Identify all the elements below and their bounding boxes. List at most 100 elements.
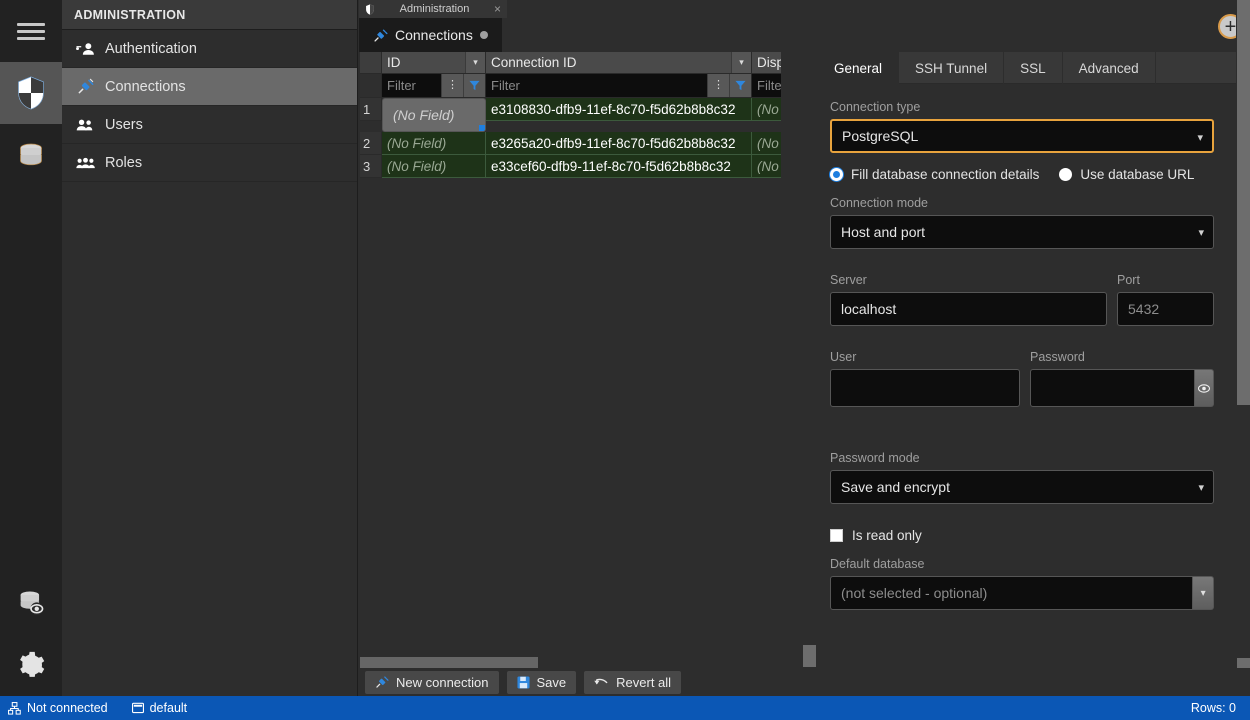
cell-id[interactable]: (No Field) — [382, 98, 486, 132]
cell-display[interactable]: (No Fi — [752, 132, 781, 155]
password-mode-select[interactable]: Save and encrypt ▾ — [830, 470, 1214, 504]
cell-value: (No Field) — [393, 107, 455, 123]
sidebar-item-label: Authentication — [105, 40, 197, 57]
users-icon — [74, 117, 96, 133]
password-mode-value: Save and encrypt — [841, 479, 950, 495]
read-only-label: Is read only — [852, 528, 922, 543]
tab-ssh-tunnel[interactable]: SSH Tunnel — [899, 52, 1005, 84]
database-icon — [17, 141, 45, 169]
radio-selected-icon — [830, 168, 843, 181]
cell-connection-id[interactable]: e3108830-dfb9-11ef-8c70-f5d62b8b8c32 — [486, 98, 752, 121]
filter-placeholder: Filter — [387, 78, 416, 93]
default-database-input[interactable]: (not selected - optional) — [830, 576, 1194, 610]
gear-icon — [17, 651, 45, 679]
vertical-splitter[interactable] — [801, 0, 818, 696]
filter-menu-button[interactable]: ⋮ — [441, 74, 463, 97]
cell-value: e3108830-dfb9-11ef-8c70-f5d62b8b8c32 — [491, 101, 736, 117]
toggle-password-visibility-button[interactable] — [1194, 369, 1214, 407]
filter-funnel-button[interactable] — [463, 74, 485, 97]
row-number[interactable]: 2 — [360, 132, 382, 155]
rail-item-settings[interactable] — [0, 634, 62, 696]
read-only-checkbox-row[interactable]: Is read only — [830, 528, 1214, 543]
table-row[interactable]: 2 (No Field) e3265a20-dfb9-11ef-8c70-f5d… — [360, 132, 781, 155]
tab-label: General — [834, 60, 883, 76]
tab-ssl[interactable]: SSL — [1004, 52, 1063, 84]
sidebar-item-roles[interactable]: Roles — [62, 144, 357, 182]
radio-use-url[interactable]: Use database URL — [1059, 167, 1194, 182]
sidebar-item-users[interactable]: Users — [62, 106, 357, 144]
sidebar-item-connections[interactable]: Connections — [62, 68, 357, 106]
filter-menu-button[interactable]: ⋮ — [707, 74, 729, 97]
cell-id[interactable]: (No Field) — [382, 155, 486, 178]
default-database-dropdown-button[interactable]: ▾ — [1193, 576, 1214, 610]
plug-icon — [74, 78, 96, 95]
cell-value: e3265a20-dfb9-11ef-8c70-f5d62b8b8c32 — [491, 135, 736, 151]
filter-input-display[interactable]: Filter — [752, 74, 781, 98]
rail-item-administration[interactable] — [0, 62, 62, 124]
document-tab-bar: Administration × — [359, 0, 801, 18]
menu-toggle-button[interactable] — [0, 0, 62, 62]
chevron-down-icon[interactable]: ▾ — [465, 52, 485, 73]
filter-funnel-button[interactable] — [729, 74, 751, 97]
password-wrapper — [1030, 369, 1214, 407]
column-header-id[interactable]: ID ▾ — [382, 52, 486, 74]
cell-connection-id[interactable]: e33cef60-dfb9-11ef-8c70-f5d62b8b8c32 — [486, 155, 752, 178]
table-row[interactable]: 3 (No Field) e33cef60-dfb9-11ef-8c70-f5d… — [360, 155, 781, 178]
rail-item-database[interactable] — [0, 124, 62, 186]
status-connection[interactable]: Not connected — [8, 701, 108, 715]
user-input[interactable] — [830, 369, 1020, 407]
radio-fill-details[interactable]: Fill database connection details — [830, 167, 1039, 182]
cell-display[interactable]: (No Fi — [752, 98, 781, 121]
status-database[interactable]: default — [131, 701, 187, 715]
sidebar-item-label: Connections — [105, 78, 186, 95]
column-header-display[interactable]: Displa — [752, 52, 781, 74]
filter-input-id[interactable]: Filter ⋮ — [382, 74, 486, 98]
tab-connections[interactable]: Connections — [359, 18, 502, 52]
cell-display[interactable]: (No Fi — [752, 155, 781, 178]
sub-tab-bar: Connections — [359, 18, 801, 52]
tab-advanced[interactable]: Advanced — [1063, 52, 1156, 84]
filter-input-connection-id[interactable]: Filter ⋮ — [486, 74, 752, 98]
rail-item-database-preview[interactable] — [0, 572, 62, 634]
filter-placeholder: Filter — [491, 78, 520, 93]
tab-general[interactable]: General — [818, 52, 900, 84]
scrollbar-thumb[interactable] — [1237, 0, 1250, 405]
sidebar-item-authentication[interactable]: Authentication — [62, 30, 357, 68]
column-header-connection-id[interactable]: Connection ID ▾ — [486, 52, 752, 74]
detail-panel-scrollbar[interactable] — [1236, 0, 1250, 672]
connection-mode-select[interactable]: Host and port ▾ — [830, 215, 1214, 249]
status-bar: Not connected default Rows: 0 — [0, 696, 1250, 720]
roles-icon — [74, 155, 96, 171]
save-button[interactable]: Save — [506, 670, 577, 694]
document-tab-administration[interactable]: Administration × — [359, 0, 507, 18]
column-header-label: ID — [387, 55, 401, 70]
new-connection-button[interactable]: New connection — [365, 670, 499, 694]
connection-type-select[interactable]: PostgreSQL ▾ — [830, 119, 1214, 153]
splitter-handle[interactable] — [803, 645, 816, 667]
row-number[interactable]: 3 — [360, 155, 382, 178]
password-input[interactable] — [1030, 369, 1195, 407]
cell-id[interactable]: (No Field) — [382, 132, 486, 155]
port-input[interactable]: 5432 — [1117, 292, 1214, 326]
server-input[interactable]: localhost — [830, 292, 1107, 326]
chevron-down-icon: ▾ — [1198, 482, 1204, 494]
chevron-down-icon: ▾ — [1198, 227, 1204, 239]
row-number[interactable]: 1 — [360, 98, 382, 121]
radio-unselected-icon — [1059, 168, 1073, 181]
tab-label: SSL — [1020, 60, 1046, 76]
user-key-icon — [74, 41, 96, 57]
grid-filter-row: Filter ⋮ Filter ⋮ Filte — [360, 74, 781, 98]
radio-label: Use database URL — [1080, 167, 1195, 182]
password-label: Password — [1030, 350, 1085, 364]
chevron-down-icon[interactable]: ▾ — [731, 52, 751, 73]
user-label: User — [830, 350, 857, 364]
table-row[interactable]: 1 (No Field) e3108830-dfb9-11ef-8c70-f5d… — [360, 98, 781, 132]
revert-all-button[interactable]: Revert all — [584, 670, 682, 694]
read-only-checkbox[interactable] — [830, 529, 843, 542]
close-icon[interactable]: × — [494, 2, 501, 16]
cell-connection-id[interactable]: e3265a20-dfb9-11ef-8c70-f5d62b8b8c32 — [486, 132, 752, 155]
selection-handle[interactable] — [479, 125, 485, 131]
